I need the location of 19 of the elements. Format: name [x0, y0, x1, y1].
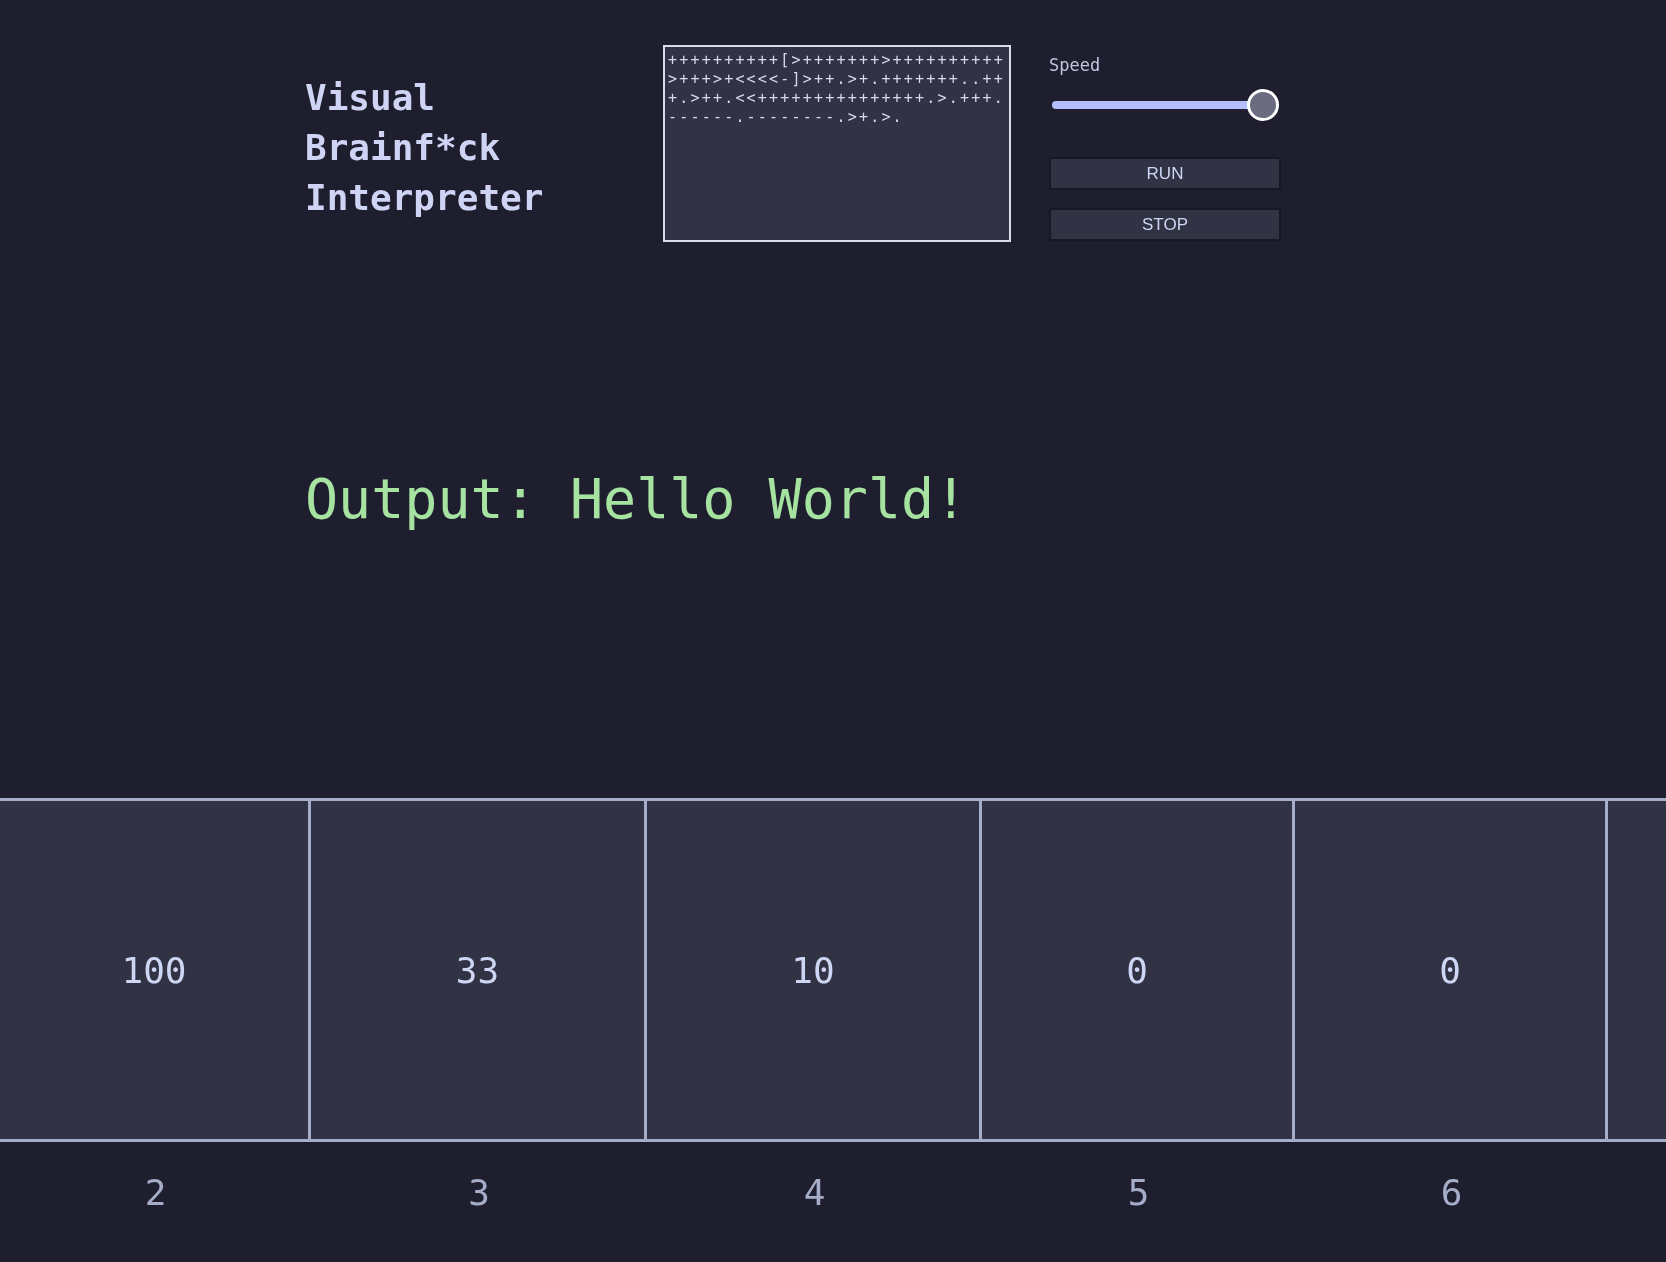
cell-index: 3 [468, 1172, 490, 1213]
run-button[interactable]: RUN [1049, 157, 1281, 190]
tape-cell: 10 [647, 801, 982, 1139]
output-text: Output: Hello World! [305, 466, 969, 533]
cell-index: 5 [1127, 1172, 1150, 1213]
cell-index: 4 [803, 1172, 826, 1213]
stop-button[interactable]: STOP [1049, 208, 1281, 241]
app-title: Brainf*ck [305, 126, 502, 170]
cell-index: 2 [144, 1172, 167, 1213]
tape-cell: 100 [0, 801, 311, 1139]
tape-cell: 33 [311, 801, 647, 1139]
slider-handle[interactable] [1247, 89, 1279, 121]
code-editor[interactable]: ++++++++++[>+++++++>++++++++++>+++>+<<<<-]>++.>+.+++++++..+++.>++.<<+++++++++++++++.>.+++.------.--------.>+.>. [663, 45, 1011, 242]
app-title: Interpreter [305, 176, 545, 220]
tape-cell: 0 [1295, 801, 1608, 1139]
speed-label: Speed [1049, 55, 1102, 75]
cell-index: 6 [1440, 1172, 1463, 1213]
app-title: Visual [305, 76, 437, 120]
tape-cell: 0 [982, 801, 1295, 1139]
